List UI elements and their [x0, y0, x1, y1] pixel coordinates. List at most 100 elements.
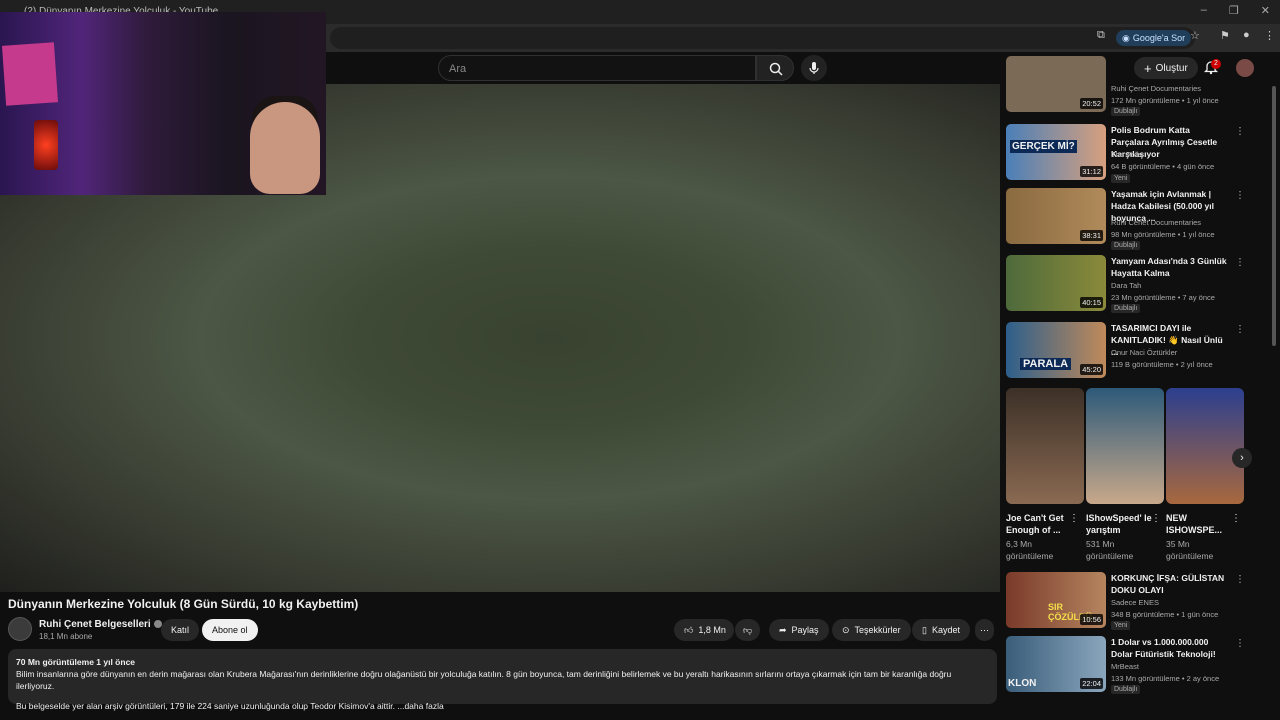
google-ask-button[interactable]: ◉ Google'a Sor	[1116, 30, 1192, 46]
short-views: 35 Mn görüntüleme	[1166, 539, 1214, 561]
channel-name[interactable]: Ruhi Çenet Belgeselleri	[39, 619, 162, 630]
more-vertical-icon[interactable]: ⋮	[1151, 513, 1161, 524]
related-video-card[interactable]: PARALA 45:20 TASARIMCI DAYI ile KANITLAD…	[1006, 322, 1246, 382]
search-icon	[769, 62, 783, 76]
user-avatar[interactable]	[1236, 59, 1254, 77]
pc-case-lights	[34, 120, 58, 170]
super-thanks-icon: ⊙	[842, 624, 850, 635]
shorts-shelf: Joe Can't Get Enough of ... 6,3 Mn görün…	[1006, 388, 1246, 563]
more-vertical-icon[interactable]: ⋯	[1234, 324, 1245, 334]
dub-badge: Dublajlı	[1111, 685, 1141, 694]
channel-avatar[interactable]	[8, 617, 32, 641]
url-field[interactable]	[330, 27, 1195, 49]
description-line: Bilim insanlarına göre dünyanın en derin…	[16, 669, 952, 691]
plus-icon: +	[1144, 60, 1152, 76]
more-vertical-icon[interactable]: ⋯	[1234, 190, 1245, 200]
more-vertical-icon[interactable]: ⋮	[1231, 513, 1241, 524]
short-thumbnail[interactable]	[1006, 388, 1084, 504]
video-title[interactable]: 1 Dolar vs 1.000.000.000 Dolar Fütüristi…	[1111, 636, 1229, 660]
short-thumbnail[interactable]	[1086, 388, 1164, 504]
channel-name[interactable]: Onur Naci Öztürkler	[1111, 348, 1177, 357]
poster-image	[1, 42, 59, 106]
window-controls: – ❐ ✕	[1201, 4, 1270, 17]
profile-icon[interactable]: ●	[1243, 29, 1250, 41]
close-icon[interactable]: ✕	[1261, 4, 1270, 17]
video-thumbnail[interactable]: KLON 22:04	[1006, 636, 1106, 692]
video-thumbnail[interactable]: 20:52	[1006, 56, 1106, 112]
maximize-icon[interactable]: ❐	[1229, 4, 1239, 17]
video-thumbnail[interactable]: 38:31	[1006, 188, 1106, 244]
bookmark-icon: ▯	[922, 624, 927, 635]
voice-search-button[interactable]	[801, 55, 827, 81]
streamer-face	[250, 102, 320, 194]
video-thumbnail[interactable]: 40:15	[1006, 255, 1106, 311]
video-meta: 172 Mn görüntüleme • 1 yıl önce	[1111, 96, 1219, 105]
dub-badge: Dublajlı	[1111, 304, 1141, 313]
short-views: 531 Mn görüntüleme	[1086, 539, 1134, 561]
more-actions-button[interactable]: ⋯	[975, 619, 994, 641]
short-views: 6,3 Mn görüntüleme	[1006, 539, 1054, 561]
cast-icon[interactable]: ⧉	[1097, 29, 1105, 42]
video-description[interactable]: 70 Mn görüntüleme 1 yıl önce Bilim insan…	[8, 649, 997, 711]
video-title[interactable]: Yamyam Adası'nda 3 Günlük Hayatta Kalma	[1111, 255, 1229, 279]
share-button[interactable]: ➦ Paylaş	[769, 619, 829, 641]
related-video-card[interactable]: 38:31 Yaşamak için Avlanmak | Hadza Kabi…	[1006, 188, 1246, 250]
short-title[interactable]: NEW ISHOWSPE...	[1166, 512, 1234, 536]
video-meta: 348 B görüntüleme • 1 gün önce	[1111, 610, 1219, 619]
channel-name[interactable]: Ruhi Çenet Documentaries	[1111, 84, 1201, 93]
scrollbar[interactable]	[1272, 86, 1276, 346]
short-title[interactable]: Joe Can't Get Enough of ...	[1006, 512, 1074, 536]
more-vertical-icon[interactable]: ⋮	[1069, 513, 1079, 524]
new-badge: Yeni	[1111, 621, 1131, 630]
related-video-card[interactable]: KLON 22:04 1 Dolar vs 1.000.000.000 Dola…	[1006, 636, 1246, 696]
channel-name[interactable]: Sadece ENES	[1111, 598, 1159, 607]
more-vertical-icon[interactable]: ⋯	[1234, 638, 1245, 648]
thumbs-down-icon: 👎︎	[743, 624, 753, 635]
video-title: Dünyanın Merkezine Yolculuk (8 Gün Sürdü…	[8, 597, 359, 611]
mic-icon	[809, 62, 819, 74]
more-vertical-icon[interactable]: ⋯	[1234, 126, 1245, 136]
save-button[interactable]: ▯ Kaydet	[912, 619, 970, 641]
join-button[interactable]: Katıl	[161, 619, 200, 641]
video-thumbnail[interactable]: SIR ÇÖZÜLDÜ 10:56	[1006, 572, 1106, 628]
channel-name[interactable]: Dara Tah	[1111, 281, 1141, 290]
notification-badge: 2	[1211, 59, 1221, 69]
channel-name[interactable]: The Polis	[1111, 150, 1142, 159]
video-meta: 64 B görüntüleme • 4 gün önce	[1111, 162, 1215, 171]
video-title[interactable]: KORKUNÇ İFŞA: GÜLİSTAN DOKU OLAYI	[1111, 572, 1229, 596]
thanks-button[interactable]: ⊙ Teşekkürler	[832, 619, 911, 641]
video-thumbnail[interactable]: PARALA 45:20	[1006, 322, 1106, 378]
subscribe-button[interactable]: Abone ol	[202, 619, 258, 641]
chevron-right-icon: ›	[1240, 452, 1244, 464]
lens-icon: ◉	[1122, 32, 1130, 43]
views-and-date: 70 Mn görüntüleme 1 yıl önce	[16, 657, 136, 667]
related-video-card[interactable]: GERÇEK Mİ? 31:12 Polis Bodrum Katta Parç…	[1006, 124, 1246, 184]
dub-badge: Dublajlı	[1111, 107, 1141, 116]
video-meta: 98 Mn görüntüleme • 1 yıl önce	[1111, 230, 1215, 239]
extensions-icon[interactable]: ⚑	[1220, 29, 1230, 42]
streamer-facecam	[0, 12, 326, 195]
channel-name[interactable]: Ruhi Cenet Documentaries	[1111, 218, 1201, 227]
more-vertical-icon[interactable]: ⋯	[1234, 574, 1245, 584]
like-button[interactable]: 👍︎ 1,8 Mn	[674, 619, 734, 641]
minimize-icon[interactable]: –	[1201, 4, 1207, 17]
short-thumbnail[interactable]	[1166, 388, 1244, 504]
related-video-card[interactable]: 40:15 Yamyam Adası'nda 3 Günlük Hayatta …	[1006, 255, 1246, 315]
channel-name[interactable]: MrBeast	[1111, 662, 1139, 671]
more-horizontal-icon: ⋯	[980, 624, 989, 635]
video-meta: 133 Mn görüntüleme • 2 ay önce	[1111, 674, 1220, 683]
short-title[interactable]: IShowSpeed' le yarıştım	[1086, 512, 1154, 536]
dislike-button[interactable]: 👎︎	[735, 619, 761, 641]
menu-icon[interactable]: ⋮	[1264, 29, 1275, 42]
description-line: Bu belgeselde yer alan arşiv görüntüleri…	[16, 701, 444, 711]
search-button[interactable]	[756, 55, 794, 81]
create-button[interactable]: + Oluştur	[1134, 57, 1198, 79]
related-video-card[interactable]: SIR ÇÖZÜLDÜ 10:56 KORKUNÇ İFŞA: GÜLİSTAN…	[1006, 572, 1246, 632]
video-meta: 23 Mn görüntüleme • 7 ay önce	[1111, 293, 1215, 302]
search-input[interactable]: Ara	[438, 55, 756, 81]
bookmark-star-icon[interactable]: ☆	[1190, 29, 1200, 42]
shorts-next-button[interactable]: ›	[1232, 448, 1252, 468]
video-thumbnail[interactable]: GERÇEK Mİ? 31:12	[1006, 124, 1106, 180]
more-vertical-icon[interactable]: ⋯	[1234, 257, 1245, 267]
dub-badge: Dublajlı	[1111, 241, 1141, 250]
